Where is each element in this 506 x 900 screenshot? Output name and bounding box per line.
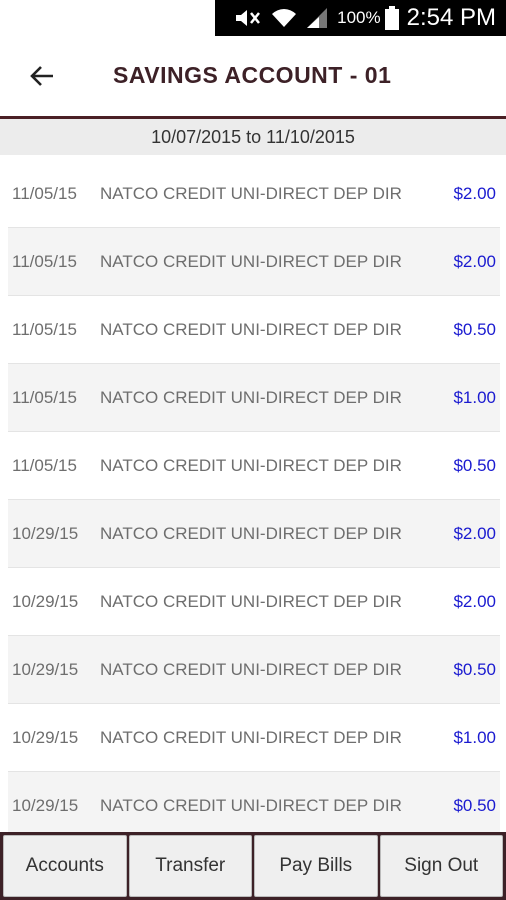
transaction-info: 11/05/15 NATCO CREDIT UNI-DIRECT DEP DIR (12, 388, 402, 408)
transaction-row[interactable]: 10/29/15 NATCO CREDIT UNI-DIRECT DEP DIR $… (8, 636, 500, 704)
transaction-date: 10/29/15 (12, 795, 79, 815)
transaction-amount: $0.50 (453, 455, 496, 475)
transaction-description: NATCO CREDIT UNI-DIRECT DEP DIR (100, 727, 402, 747)
transaction-amount: $2.00 (453, 183, 496, 203)
transaction-list[interactable]: 11/05/15 NATCO CREDIT UNI-DIRECT DEP DIR $… (8, 160, 500, 832)
transaction-description: NATCO CREDIT UNI-DIRECT DEP DIR (100, 591, 402, 611)
bottom-nav: Accounts Transfer Pay Bills Sign Out (0, 832, 506, 900)
transaction-row[interactable]: 11/05/15 NATCO CREDIT UNI-DIRECT DEP DIR $… (8, 364, 500, 432)
transaction-info: 10/29/15 NATCO CREDIT UNI-DIRECT DEP DIR (12, 592, 402, 612)
transaction-info: 10/29/15 NATCO CREDIT UNI-DIRECT DEP DIR (12, 524, 402, 544)
transaction-row[interactable]: 11/05/15 NATCO CREDIT UNI-DIRECT DEP DIR $… (8, 432, 500, 500)
transaction-row[interactable]: 10/29/15 NATCO CREDIT UNI-DIRECT DEP DIR $… (8, 704, 500, 772)
transfer-button[interactable]: Transfer (128, 835, 252, 897)
page-title: SAVINGS ACCOUNT - 01 (113, 62, 392, 88)
app-header: SAVINGS ACCOUNT - 01 (0, 36, 506, 119)
status-bar-right: 100% 2:54 PM (215, 0, 506, 36)
arrow-left-icon (30, 66, 53, 86)
transaction-info: 11/05/15 NATCO CREDIT UNI-DIRECT DEP DIR (12, 320, 402, 340)
transaction-info: 11/05/15 NATCO CREDIT UNI-DIRECT DEP DIR (12, 456, 402, 476)
pay-bills-button[interactable]: Pay Bills (254, 835, 378, 897)
transaction-date: 10/29/15 (12, 727, 79, 747)
transaction-amount: $0.50 (453, 795, 496, 815)
transaction-description: NATCO CREDIT UNI-DIRECT DEP DIR (100, 455, 402, 475)
transaction-info: 10/29/15 NATCO CREDIT UNI-DIRECT DEP DIR (12, 728, 402, 748)
clock: 2:54 PM (406, 4, 496, 31)
date-range: 10/07/2015 to 11/10/2015 (0, 119, 506, 155)
transaction-date: 10/29/15 (12, 523, 79, 543)
transaction-row[interactable]: 10/29/15 NATCO CREDIT UNI-DIRECT DEP DIR $… (8, 500, 500, 568)
signal-icon (305, 7, 329, 29)
battery-icon (384, 6, 399, 30)
transaction-row[interactable]: 10/29/15 NATCO CREDIT UNI-DIRECT DEP DIR $… (8, 568, 500, 636)
mute-icon (233, 7, 263, 29)
transaction-description: NATCO CREDIT UNI-DIRECT DEP DIR (100, 659, 402, 679)
accounts-button[interactable]: Accounts (3, 835, 127, 897)
sign-out-button[interactable]: Sign Out (379, 835, 503, 897)
transaction-date: 11/05/15 (12, 251, 77, 271)
transaction-amount: $0.50 (453, 659, 496, 679)
transaction-amount: $2.00 (453, 523, 496, 543)
transaction-row[interactable]: 11/05/15 NATCO CREDIT UNI-DIRECT DEP DIR $… (8, 160, 500, 228)
battery-percent: 100% (337, 8, 381, 27)
transaction-date: 11/05/15 (12, 387, 77, 407)
transaction-description: NATCO CREDIT UNI-DIRECT DEP DIR (100, 387, 402, 407)
transaction-description: NATCO CREDIT UNI-DIRECT DEP DIR (100, 523, 402, 543)
transaction-description: NATCO CREDIT UNI-DIRECT DEP DIR (100, 183, 402, 203)
transaction-row[interactable]: 11/05/15 NATCO CREDIT UNI-DIRECT DEP DIR $… (8, 296, 500, 364)
transaction-date: 11/05/15 (12, 319, 77, 339)
transaction-date: 11/05/15 (12, 183, 77, 203)
wifi-icon (271, 7, 297, 29)
transaction-description: NATCO CREDIT UNI-DIRECT DEP DIR (100, 251, 402, 271)
transaction-row[interactable]: 10/29/15 NATCO CREDIT UNI-DIRECT DEP DIR $… (8, 772, 500, 832)
transaction-amount: $1.00 (453, 387, 496, 407)
transaction-info: 11/05/15 NATCO CREDIT UNI-DIRECT DEP DIR (12, 252, 402, 272)
status-bar: 100% 2:54 PM (0, 0, 506, 36)
transaction-description: NATCO CREDIT UNI-DIRECT DEP DIR (100, 795, 402, 815)
transaction-date: 11/05/15 (12, 455, 77, 475)
transaction-amount: $1.00 (453, 727, 496, 747)
transaction-info: 10/29/15 NATCO CREDIT UNI-DIRECT DEP DIR (12, 660, 402, 680)
transaction-description: NATCO CREDIT UNI-DIRECT DEP DIR (100, 319, 402, 339)
transaction-amount: $2.00 (453, 251, 496, 271)
back-button[interactable] (24, 58, 60, 94)
transaction-date: 10/29/15 (12, 591, 79, 611)
transaction-amount: $0.50 (453, 319, 496, 339)
transaction-info: 11/05/15 NATCO CREDIT UNI-DIRECT DEP DIR (12, 184, 402, 204)
transaction-row[interactable]: 11/05/15 NATCO CREDIT UNI-DIRECT DEP DIR $… (8, 228, 500, 296)
transaction-info: 10/29/15 NATCO CREDIT UNI-DIRECT DEP DIR (12, 796, 402, 816)
transaction-amount: $2.00 (453, 591, 496, 611)
transaction-date: 10/29/15 (12, 659, 79, 679)
